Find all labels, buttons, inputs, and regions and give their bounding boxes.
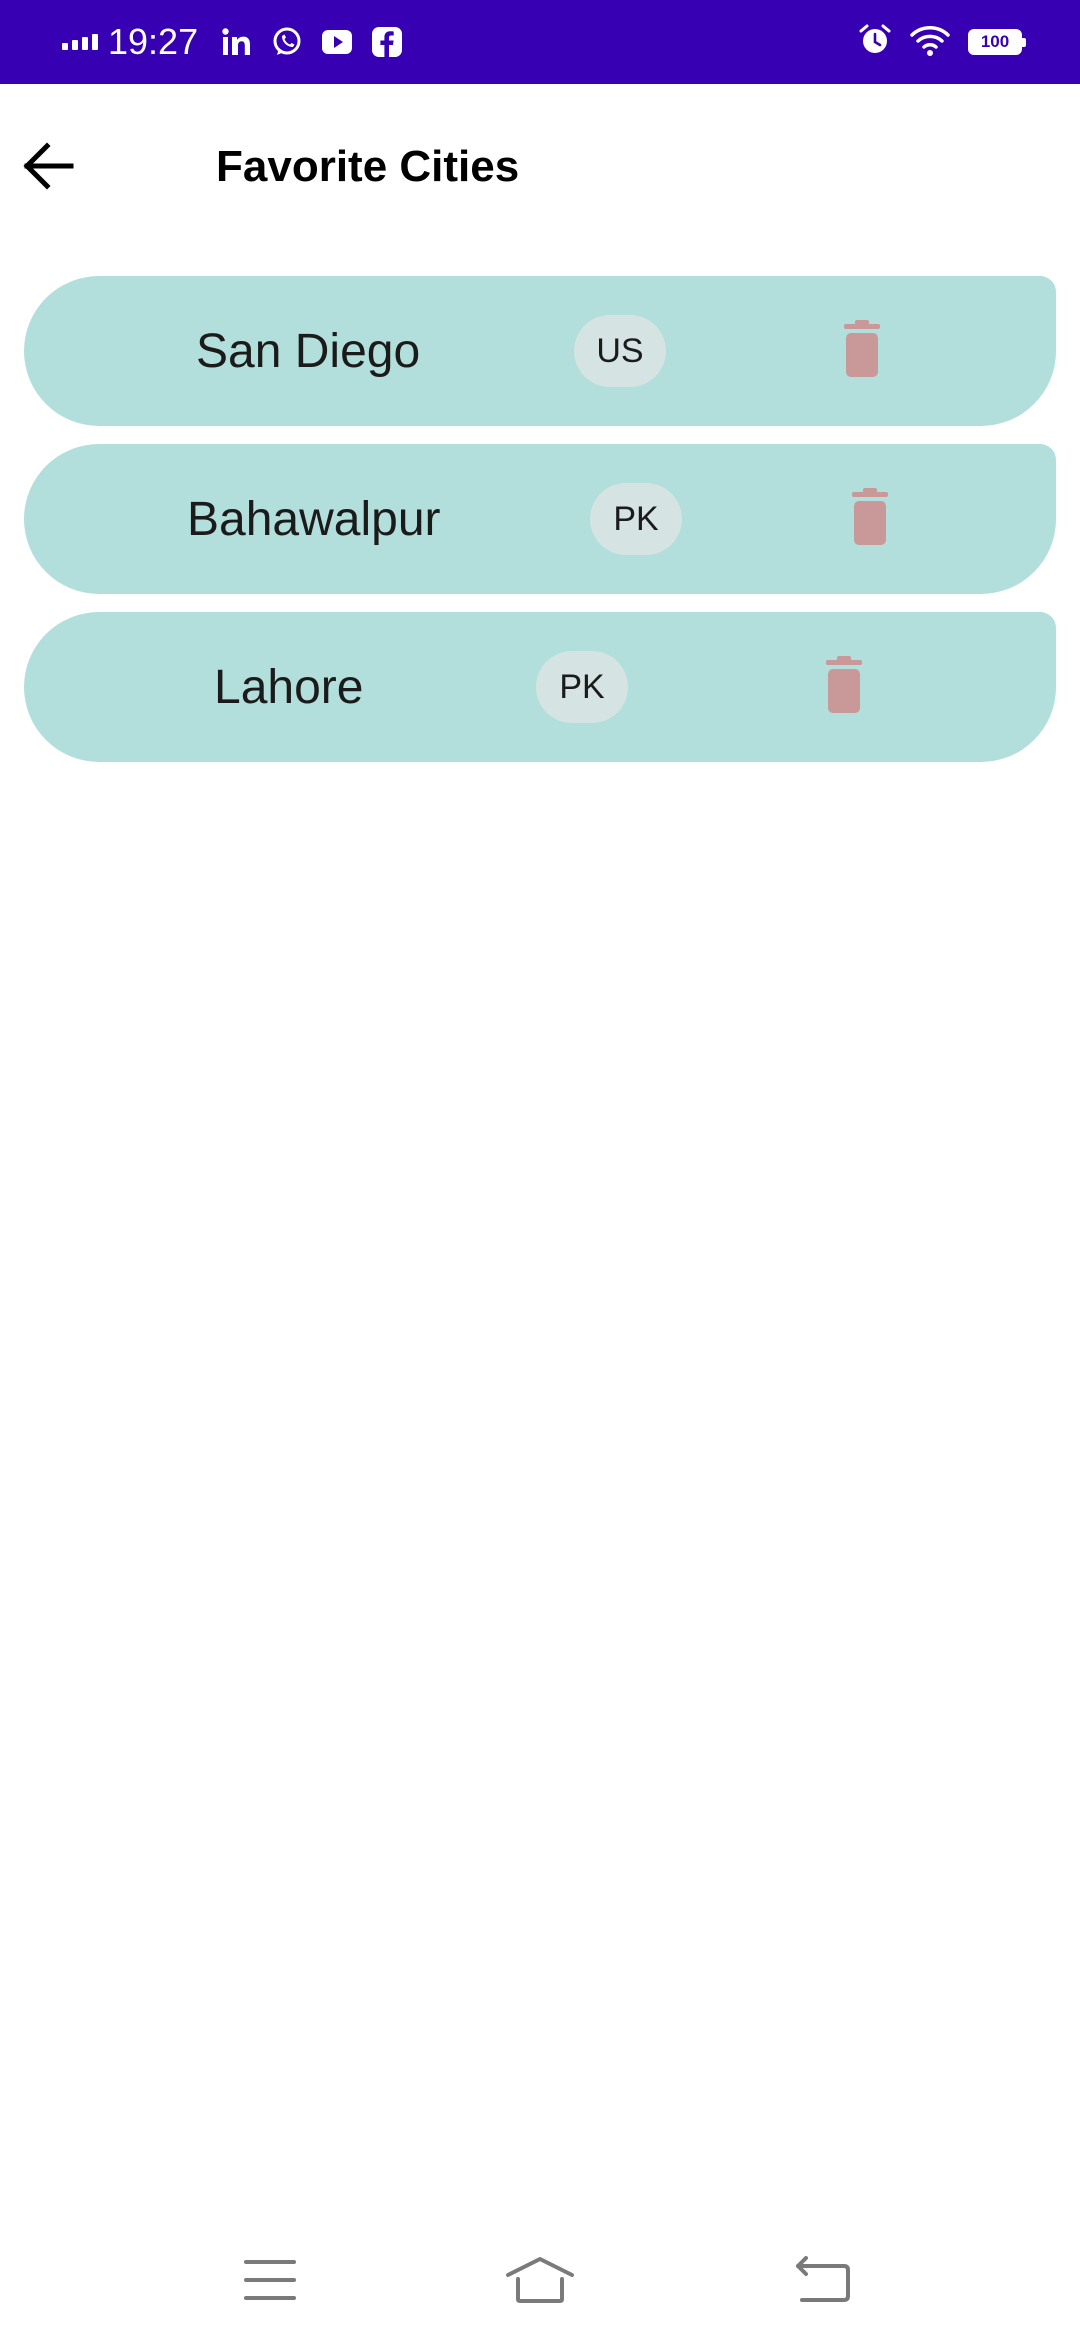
alarm-icon: [858, 23, 892, 62]
city-name: San Diego: [196, 324, 421, 378]
city-card[interactable]: Bahawalpur PK: [24, 444, 1056, 594]
wifi-icon: [910, 23, 950, 62]
status-right: 100: [858, 0, 1026, 84]
delete-button[interactable]: [846, 488, 894, 550]
city-name: Lahore: [214, 660, 364, 714]
country-chip: PK: [536, 651, 628, 723]
city-card[interactable]: San Diego US: [24, 276, 1056, 426]
arrow-left-icon: [23, 142, 74, 190]
menu-button[interactable]: [230, 2240, 310, 2320]
signal-icon: [62, 30, 98, 54]
country-chip: PK: [590, 483, 682, 555]
country-chip: US: [574, 315, 666, 387]
back-nav-button[interactable]: [782, 2240, 862, 2320]
youtube-icon: [320, 25, 354, 59]
status-bar: 19:27 100: [0, 0, 1080, 84]
back-button[interactable]: [16, 134, 80, 198]
linkedin-icon: [220, 25, 254, 59]
status-time: 19:27: [108, 21, 199, 62]
back-icon: [796, 2256, 850, 2302]
delete-button[interactable]: [820, 656, 868, 718]
status-left: 19:27: [62, 0, 420, 84]
facebook-icon: [370, 25, 404, 59]
city-card[interactable]: Lahore PK: [24, 612, 1056, 762]
menu-icon: [244, 2260, 296, 2300]
whatsapp-icon: [270, 25, 304, 59]
delete-icon: [852, 488, 888, 545]
page-title: Favorite Cities: [216, 142, 520, 191]
delete-icon: [826, 656, 862, 713]
city-name: Bahawalpur: [187, 492, 441, 546]
delete-icon: [844, 320, 880, 377]
app-bar: Favorite Cities: [0, 84, 1080, 256]
battery-level: 100: [980, 32, 1010, 52]
home-icon: [506, 2257, 574, 2303]
home-button[interactable]: [500, 2240, 580, 2320]
nav-bar: [0, 2220, 1080, 2340]
delete-button[interactable]: [838, 320, 886, 382]
battery-icon: 100: [968, 29, 1026, 55]
